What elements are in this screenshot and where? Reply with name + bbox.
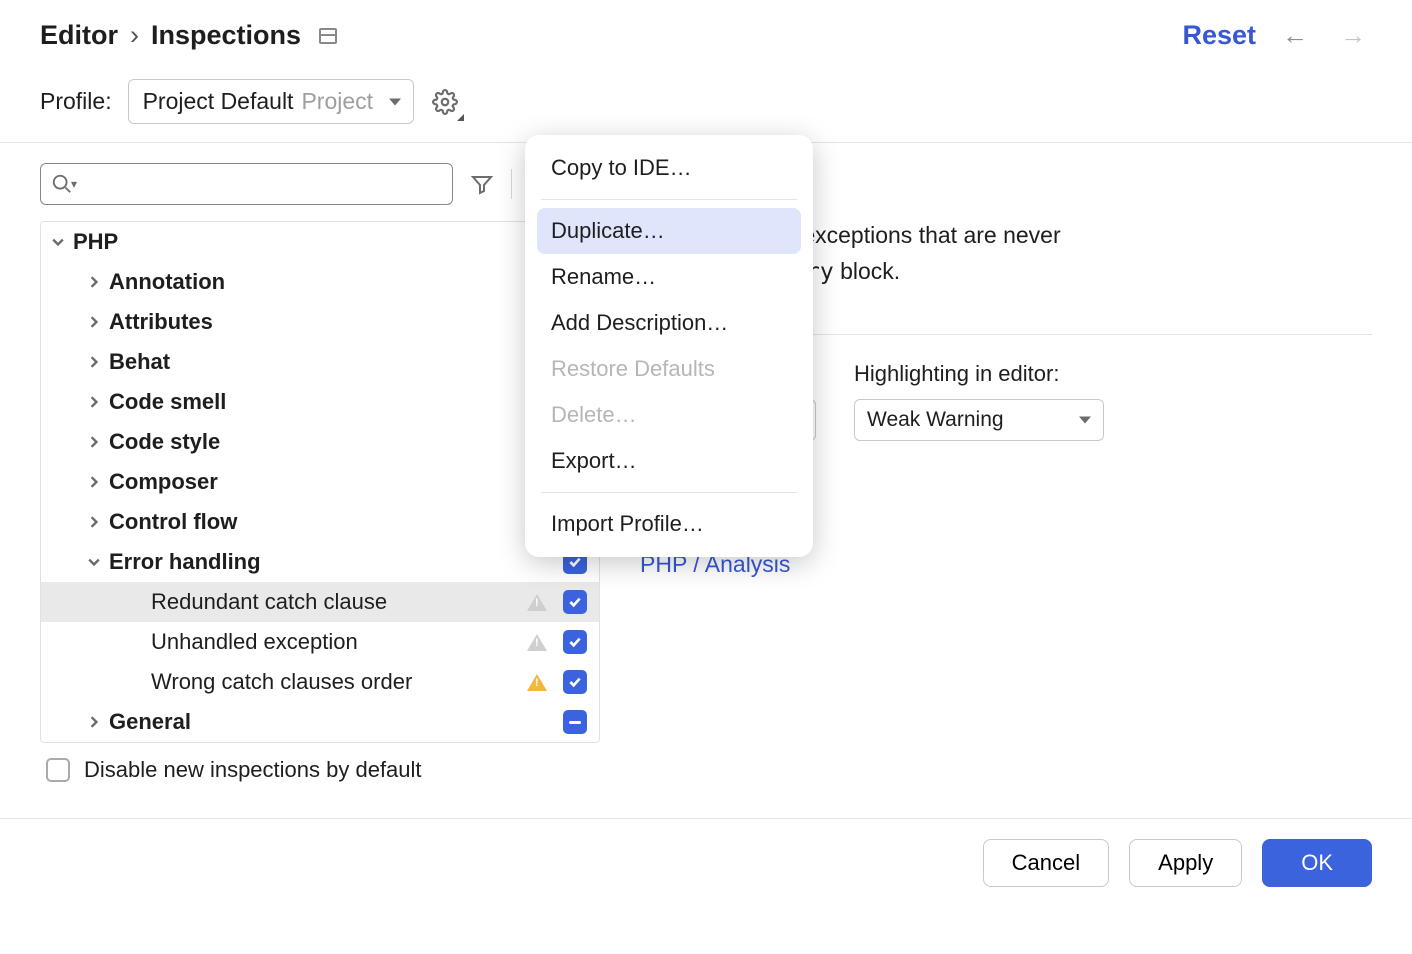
- profile-actions-popup: Copy to IDE… Duplicate… Rename… Add Desc…: [525, 135, 813, 557]
- tree-group-code-style[interactable]: Code style: [41, 422, 599, 462]
- disable-new-row[interactable]: Disable new inspections by default: [40, 743, 600, 797]
- popup-separator: [541, 492, 797, 493]
- popup-delete: Delete…: [537, 392, 801, 438]
- checkbox-general[interactable]: [563, 710, 587, 734]
- popup-copy-to-ide[interactable]: Copy to IDE…: [537, 145, 801, 191]
- checkbox-unhandled[interactable]: [563, 630, 587, 654]
- popup-add-description[interactable]: Add Description…: [537, 300, 801, 346]
- gear-icon[interactable]: [430, 87, 460, 117]
- tree-item-wrong-order[interactable]: Wrong catch clauses order: [41, 662, 599, 702]
- back-arrow-icon[interactable]: ←: [1276, 20, 1314, 51]
- chevron-right-icon: [87, 475, 101, 489]
- tree-group-annotation[interactable]: Annotation: [41, 262, 599, 302]
- search-icon: [51, 173, 73, 195]
- cancel-button[interactable]: Cancel: [983, 839, 1109, 887]
- profile-label: Profile:: [40, 88, 112, 115]
- profile-suffix: Project: [301, 88, 373, 115]
- window-icon[interactable]: [319, 28, 337, 44]
- tree-group-attributes[interactable]: Attributes: [41, 302, 599, 342]
- profile-select[interactable]: Project Default Project: [128, 79, 414, 124]
- highlight-value: Weak Warning: [867, 408, 1004, 432]
- chevron-right-icon: [87, 395, 101, 409]
- tree-group-general[interactable]: General: [41, 702, 599, 742]
- chevron-right-icon: [87, 435, 101, 449]
- disable-new-checkbox[interactable]: [46, 758, 70, 782]
- breadcrumb-current: Inspections: [151, 20, 301, 51]
- breadcrumb-root[interactable]: Editor: [40, 20, 118, 51]
- popup-restore-defaults: Restore Defaults: [537, 346, 801, 392]
- breadcrumb: Editor › Inspections: [40, 20, 337, 51]
- tree-item-unhandled[interactable]: Unhandled exception: [41, 622, 599, 662]
- tree-group-code-smell[interactable]: Code smell: [41, 382, 599, 422]
- inspection-tree: PHP Annotation Attributes Behat Code sme: [40, 221, 600, 743]
- chevron-right-icon: [87, 715, 101, 729]
- tree-item-redundant-catch[interactable]: Redundant catch clause: [41, 582, 599, 622]
- tree-group-control-flow[interactable]: Control flow: [41, 502, 599, 542]
- reset-link[interactable]: Reset: [1182, 20, 1256, 51]
- ok-button[interactable]: OK: [1262, 839, 1372, 887]
- checkbox-wrong-order[interactable]: [563, 670, 587, 694]
- warning-icon: [527, 634, 547, 651]
- search-dropdown-icon[interactable]: ▾: [71, 177, 77, 191]
- disable-new-label: Disable new inspections by default: [84, 757, 422, 783]
- popup-rename[interactable]: Rename…: [537, 254, 801, 300]
- tree-group-composer[interactable]: Composer: [41, 462, 599, 502]
- popup-export[interactable]: Export…: [537, 438, 801, 484]
- chevron-right-icon: [87, 355, 101, 369]
- tree-group-error-handling[interactable]: Error handling: [41, 542, 599, 582]
- highlight-select[interactable]: Weak Warning: [854, 399, 1104, 441]
- chevron-right-icon: [87, 315, 101, 329]
- checkbox-redundant-catch[interactable]: [563, 590, 587, 614]
- tree-group-php[interactable]: PHP: [41, 222, 599, 262]
- forward-arrow-icon: →: [1334, 20, 1372, 51]
- highlight-label: Highlighting in editor:: [854, 361, 1104, 387]
- chevron-right-icon: [87, 515, 101, 529]
- toolbar-divider: [511, 169, 512, 199]
- apply-button[interactable]: Apply: [1129, 839, 1242, 887]
- popup-duplicate[interactable]: Duplicate…: [537, 208, 801, 254]
- breadcrumb-separator: ›: [130, 20, 139, 51]
- chevron-down-icon: [51, 235, 65, 249]
- popup-separator: [541, 199, 797, 200]
- profile-selected: Project Default: [143, 88, 294, 115]
- dialog-buttons: Cancel Apply OK: [0, 818, 1412, 907]
- chevron-right-icon: [87, 275, 101, 289]
- filter-icon[interactable]: [467, 169, 497, 199]
- chevron-down-icon: [87, 555, 101, 569]
- warning-icon: [527, 594, 547, 611]
- search-input[interactable]: ▾: [40, 163, 453, 205]
- popup-import-profile[interactable]: Import Profile…: [537, 501, 801, 547]
- tree-group-behat[interactable]: Behat: [41, 342, 599, 382]
- warning-icon: [527, 674, 547, 691]
